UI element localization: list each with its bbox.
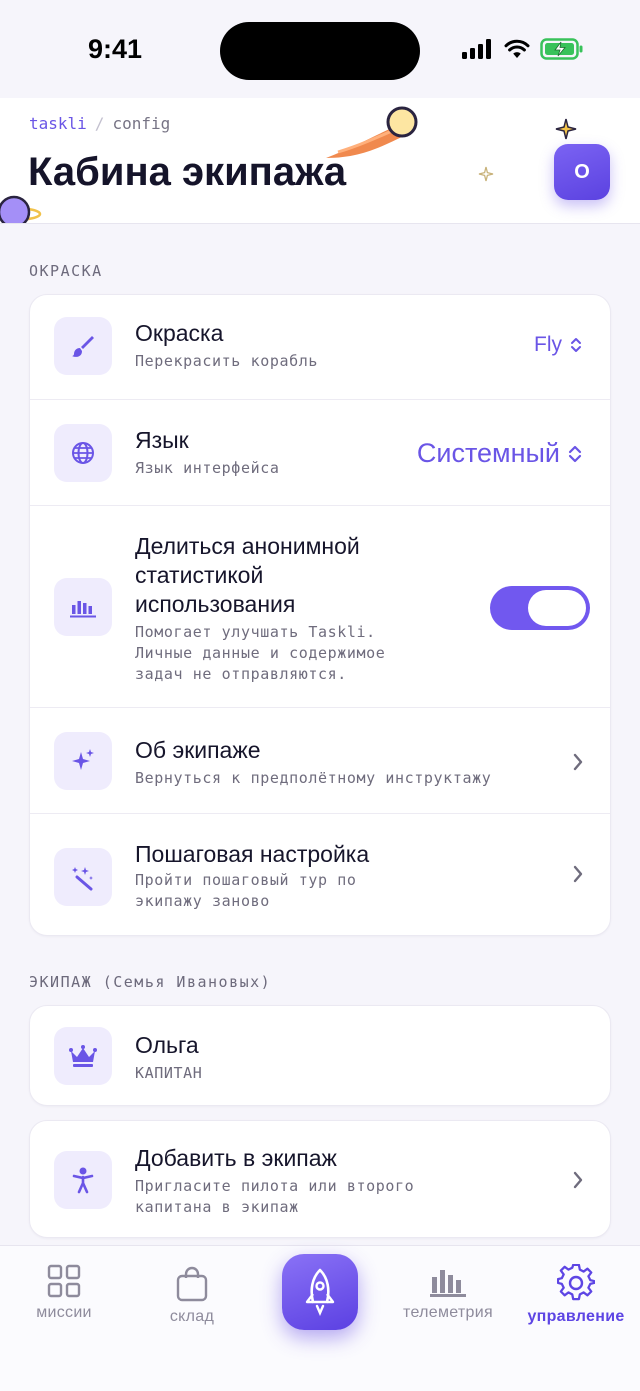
sparkles-icon [72,749,94,770]
crown-icon-tile [54,1027,112,1085]
crew-member-name: Ольга [135,1032,199,1058]
row-subtitle-line: Пройти пошаговый тур по [135,871,357,889]
row-title: Добавить в экипаж [135,1145,337,1171]
toggle-knob [528,590,586,626]
tab-control[interactable]: управление [516,1264,636,1326]
row-subtitle-line: экипажу заново [135,892,270,910]
row-title: Пошаговая настройка [135,841,370,867]
settings-row-walkthrough[interactable]: Пошаговая настройка Пройти пошаговый тур… [30,813,610,937]
rocket-icon [305,1268,335,1316]
status-icons [462,38,584,60]
tab-telemetry[interactable]: телеметрия [388,1266,508,1322]
settings-row-language[interactable]: Язык Язык интерфейса Системный [30,399,610,505]
signal-icon [462,39,491,59]
tab-missions[interactable]: миссии [4,1264,124,1322]
row-subtitle-line: Пригласите пилота или второго [135,1177,415,1195]
row-subtitle: Перекрасить корабль [135,352,318,370]
language-select[interactable]: Системный [417,438,582,469]
planet-decoration [0,195,42,223]
person-icon-tile [54,1151,112,1209]
row-subtitle: Язык интерфейса [135,459,280,477]
bar-chart-icon [430,1270,466,1297]
row-title-line: Делиться анонимной [135,533,360,559]
row-title: Делиться анонимной статистикой использов… [135,532,360,619]
paintbrush-icon-tile [54,317,112,375]
settings-row-analytics: Делиться анонимной статистикой использов… [30,505,610,707]
settings-row-paint[interactable]: Окраска Перекрасить корабль Fly [30,295,610,399]
tab-label: склад [169,1308,215,1325]
breadcrumb-brand[interactable]: taskli [29,114,87,133]
magic-wand-icon-tile [54,848,112,906]
magic-wand-icon [72,867,93,891]
tab-label: миссии [36,1304,92,1321]
tab-label: телеметрия [403,1304,493,1321]
row-subtitle: Вернуться к предполётному инструктажу [135,769,492,787]
row-subtitle-line: капитана в экипаж [135,1198,299,1216]
tab-bar: миссии склад телеметрия управление [0,1245,640,1391]
bar-chart-icon-tile [54,578,112,636]
tab-warehouse[interactable]: склад [132,1266,252,1326]
row-subtitle: Пройти пошаговый тур по экипажу заново [135,870,357,912]
page-header: taskli / config Кабина экипажа O [0,98,640,224]
chevron-updown-icon [571,338,581,352]
row-subtitle: Помогает улучшать Taskli. Личные данные … [135,622,385,685]
status-bar: 9:41 [0,0,640,98]
avatar-button[interactable]: O [554,144,610,200]
person-icon [72,1167,94,1194]
grid-icon [47,1264,81,1298]
row-title-line: использования [135,591,296,617]
launch-button[interactable] [282,1254,358,1330]
paintbrush-icon [72,336,94,357]
row-title-line: статистикой [135,562,264,588]
sparkles-icon-tile [54,732,112,790]
bag-icon [176,1266,208,1302]
page-title: Кабина экипажа [28,150,347,194]
dynamic-island [220,22,420,80]
analytics-toggle[interactable] [490,586,590,630]
tab-label: управление [527,1308,625,1325]
language-select-value: Системный [416,438,560,468]
battery-icon [540,38,583,60]
paint-select-value: Fly [534,333,562,356]
crown-icon [69,1045,97,1067]
row-title: Язык [135,427,189,453]
chevron-right-icon [573,1171,583,1189]
globe-icon [72,442,94,464]
row-subtitle: Пригласите пилота или второго капитана в… [135,1176,414,1218]
settings-card: Окраска Перекрасить корабль Fly Язык Язы… [29,294,611,936]
breadcrumb: taskli / config [29,114,170,133]
section-label-paint: ОКРАСКА [29,262,103,280]
wifi-icon [504,39,530,58]
chevron-right-icon [573,865,583,883]
row-title: Окраска [135,320,224,346]
row-subtitle-line: задач не отправляются. [135,665,347,683]
section-label-crew: ЭКИПАЖ (Семья Ивановых) [29,973,272,991]
row-subtitle-line: Помогает улучшать Taskli. [135,623,376,641]
breadcrumb-separator: / [94,114,105,133]
breadcrumb-current: config [112,114,171,133]
globe-icon-tile [54,424,112,482]
chevron-updown-icon [568,445,582,462]
add-crew-card[interactable]: Добавить в экипаж Пригласите пилота или … [29,1120,611,1238]
chevron-right-icon [573,753,583,771]
bar-chart-icon [70,601,96,618]
crew-member-card[interactable]: Ольга КАПИТАН [29,1005,611,1106]
small-star-decoration [478,166,494,182]
star-decoration [555,118,577,140]
gear-icon [557,1264,595,1301]
add-crew-row[interactable]: Добавить в экипаж Пригласите пилота или … [30,1121,610,1239]
status-time: 9:41 [88,34,143,64]
settings-row-about[interactable]: Об экипаже Вернуться к предполётному инс… [30,707,610,813]
row-title: Об экипаже [135,737,261,763]
crew-member-role: КАПИТАН [135,1064,203,1082]
crew-member-row[interactable]: Ольга КАПИТАН [30,1006,610,1107]
paint-select[interactable]: Fly [534,333,582,357]
row-subtitle-line: Личные данные и содержимое [135,644,386,662]
